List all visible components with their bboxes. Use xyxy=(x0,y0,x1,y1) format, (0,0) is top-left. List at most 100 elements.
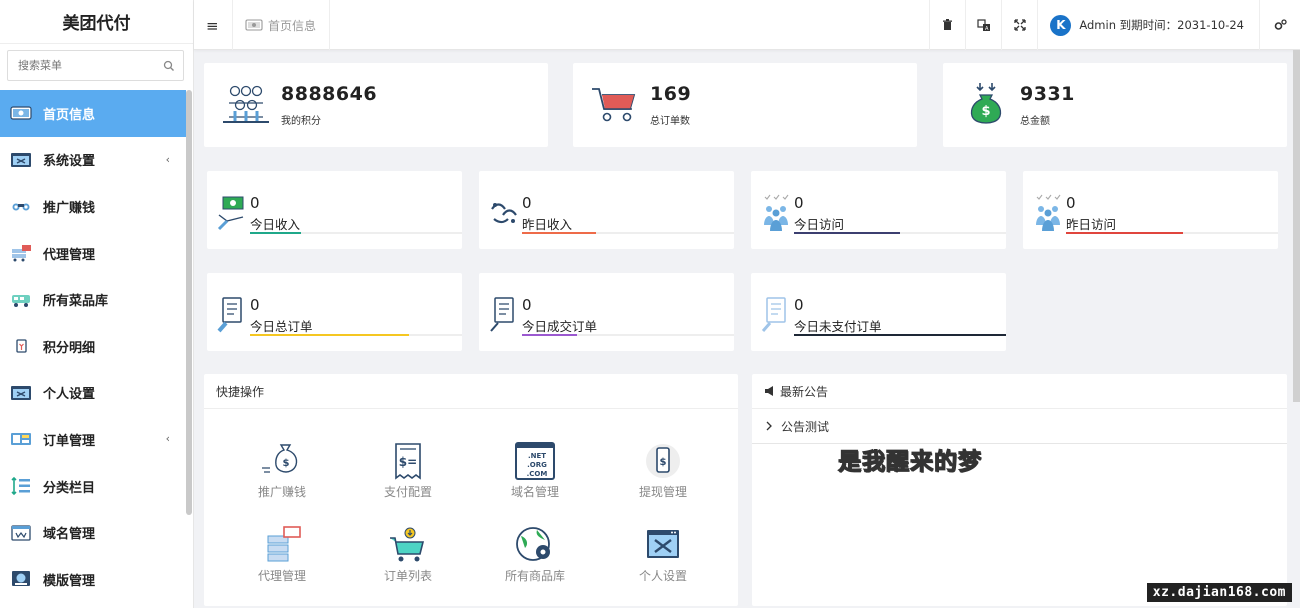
sidebar-item-label: 个人设置 xyxy=(43,387,96,403)
sidebar-item-orders[interactable]: 订单管理 ‹ xyxy=(0,416,186,463)
stat-label: 今日总订单 xyxy=(250,319,313,334)
menu-search-input[interactable] xyxy=(18,59,163,72)
stat-progress-bar xyxy=(522,334,578,336)
chevron-right-icon xyxy=(766,421,773,431)
search-icon[interactable] xyxy=(163,60,175,72)
summary-value: 9331 xyxy=(1020,83,1075,105)
watermark: xz.dajian168.com xyxy=(1146,583,1292,602)
header-tools: A K Admin 到期时间： 2031-10-24 xyxy=(929,0,1300,50)
stat-progress xyxy=(522,232,734,234)
svg-text:$: $ xyxy=(660,457,667,468)
home-icon xyxy=(10,104,32,122)
stat-progress xyxy=(794,232,1006,234)
stat-progress xyxy=(522,334,734,336)
quick-action-promote[interactable]: $ 推广赚钱 xyxy=(232,442,332,500)
notice-header: 最新公告 xyxy=(752,374,1287,409)
user-info[interactable]: K Admin 到期时间： 2031-10-24 xyxy=(1037,0,1260,50)
notice-panel: 最新公告 公告测试 是我醒来的梦 xyxy=(752,374,1287,606)
stat-card: 0 今日总订单 xyxy=(207,273,462,351)
megaphone-icon xyxy=(764,386,776,396)
stat-value: 0 xyxy=(1066,194,1076,212)
svg-text:$: $ xyxy=(981,104,990,119)
summary-card-orders: 169 总订单数 xyxy=(573,63,917,147)
notice-item-label: 公告测试 xyxy=(781,419,830,434)
summary-label: 总金额 xyxy=(1020,116,1050,127)
sidebar-item-label: 模版管理 xyxy=(43,573,96,589)
quick-actions-title: 快捷操作 xyxy=(204,374,738,409)
stat-progress-bar xyxy=(794,232,900,234)
quick-action-label: 个人设置 xyxy=(638,569,687,583)
document-icon xyxy=(761,295,791,335)
sidebar-item-template[interactable]: 模版管理 xyxy=(0,556,186,603)
sidebar-item-label: 域名管理 xyxy=(43,527,96,543)
app-root: 美团代付 首页信息 系统设置 ‹ 推广赚钱 代理管理 xyxy=(0,0,1300,608)
sidebar-item-promote[interactable]: 推广赚钱 xyxy=(0,183,186,230)
translate-icon[interactable]: A xyxy=(965,0,1001,50)
stat-progress-bar xyxy=(250,232,301,234)
stat-card: 0 昨日访问 xyxy=(1023,171,1278,249)
sidebar-item-domain[interactable]: 域名管理 xyxy=(0,509,186,556)
shopping-cart-icon xyxy=(590,81,640,127)
stat-label: 今日未支付订单 xyxy=(794,319,882,334)
sidebar-item-system-settings[interactable]: 系统设置 ‹ xyxy=(0,137,186,184)
sidebar-item-products[interactable]: 所有菜品库 xyxy=(0,276,186,323)
quick-action-payment[interactable]: $= 支付配置 xyxy=(358,442,458,500)
svg-text:$=: $= xyxy=(399,455,417,469)
menu-search[interactable] xyxy=(7,50,184,81)
notice-item[interactable]: 公告测试 xyxy=(752,409,1287,444)
stat-progress-bar xyxy=(522,232,597,234)
receipt-icon: $= xyxy=(395,443,421,480)
stat-label: 今日访问 xyxy=(794,217,845,232)
sidebar-item-points[interactable]: 积分明细 xyxy=(0,323,186,370)
expire-label: 到期时间： xyxy=(1119,18,1178,32)
delivery-truck-icon xyxy=(10,291,32,309)
tools-window-icon xyxy=(647,530,679,558)
sidebar-item-home[interactable]: 首页信息 xyxy=(0,90,186,137)
sidebar-item-label: 积分明细 xyxy=(43,340,96,356)
chevron-left-icon[interactable]: ‹ xyxy=(166,432,170,445)
quick-action-products[interactable]: 所有商品库 xyxy=(485,526,585,584)
stat-value: 0 xyxy=(250,194,260,212)
stat-progress-bar xyxy=(250,334,409,336)
quick-action-label: 订单列表 xyxy=(383,569,432,583)
sidebar-item-label: 分类栏目 xyxy=(43,480,96,496)
brand-title: 美团代付 xyxy=(0,0,193,44)
page-scrollbar[interactable] xyxy=(1293,50,1300,402)
fullscreen-icon[interactable] xyxy=(1001,0,1037,50)
handshake-icon xyxy=(489,193,519,233)
sidebar-scrollbar[interactable] xyxy=(186,90,192,515)
quick-action-profile[interactable]: 个人设置 xyxy=(613,526,713,584)
user-name: Admin xyxy=(1079,18,1116,32)
summary-label: 总订单数 xyxy=(650,116,690,127)
sidebar: 美团代付 首页信息 系统设置 ‹ 推广赚钱 代理管理 xyxy=(0,0,194,608)
sidebar-item-profile[interactable]: 个人设置 xyxy=(0,370,186,417)
server-agent-icon xyxy=(267,526,301,562)
chevron-left-icon[interactable]: ‹ xyxy=(166,153,170,166)
stat-label: 今日成交订单 xyxy=(522,319,598,334)
quick-action-order-list[interactable]: 订单列表 xyxy=(358,526,458,584)
menu-toggle-icon[interactable]: ≡ xyxy=(206,17,219,35)
tab-home[interactable]: 首页信息 xyxy=(232,0,330,50)
stat-progress-bar xyxy=(794,334,1006,336)
quick-action-label: 所有商品库 xyxy=(504,569,565,583)
summary-label: 我的积分 xyxy=(281,116,321,127)
svg-text:.NET: .NET xyxy=(528,452,546,460)
visitors-icon xyxy=(1033,193,1063,233)
stat-label: 昨日收入 xyxy=(522,217,573,232)
quick-action-withdraw[interactable]: $ 提现管理 xyxy=(613,442,713,500)
summary-card-points: 8888646 我的积分 xyxy=(204,63,548,147)
expire-date: 2031-10-24 xyxy=(1177,18,1244,32)
quick-action-domain[interactable]: .NET .ORG .COM 域名管理 xyxy=(485,442,585,500)
sidebar-item-label: 首页信息 xyxy=(43,107,96,123)
quick-action-label: 支付配置 xyxy=(383,485,432,499)
settings-icon[interactable] xyxy=(1260,0,1300,50)
sidebar-item-category[interactable]: 分类栏目 xyxy=(0,463,186,510)
cart-download-icon xyxy=(390,527,425,562)
document-icon xyxy=(489,295,519,335)
stat-label: 今日收入 xyxy=(250,217,301,232)
sidebar-item-agent[interactable]: 代理管理 xyxy=(0,230,186,277)
stat-card: 0 今日未支付订单 xyxy=(751,273,1006,351)
trash-icon[interactable] xyxy=(929,0,965,50)
quick-action-agent[interactable]: 代理管理 xyxy=(232,526,332,584)
notice-title: 最新公告 xyxy=(780,384,829,399)
